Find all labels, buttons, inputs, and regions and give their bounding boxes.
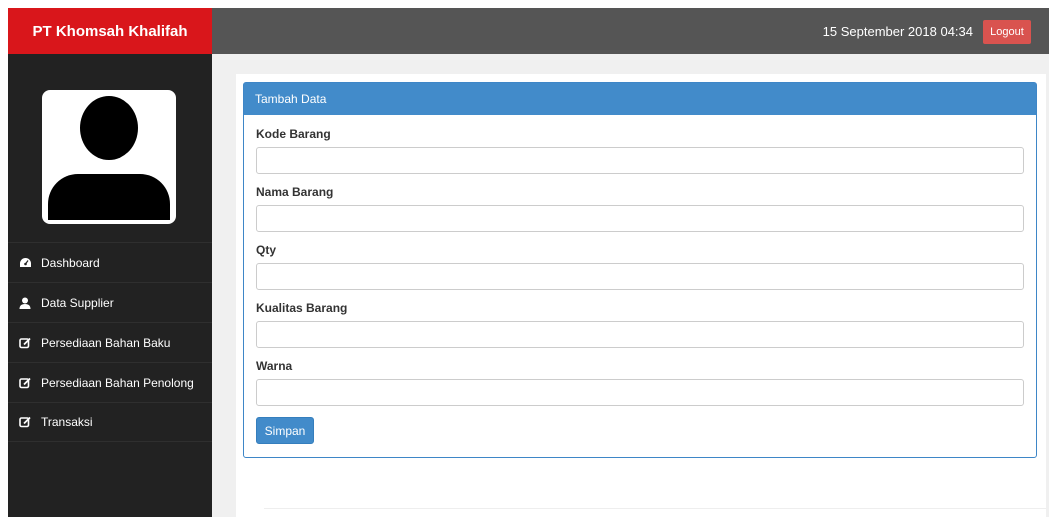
- avatar-base-line: [48, 214, 170, 218]
- avatar: [42, 90, 176, 224]
- sidebar-item-data-supplier[interactable]: Data Supplier: [8, 282, 212, 322]
- brand-title[interactable]: PT Khomsah Khalifah: [8, 8, 212, 54]
- kode-barang-label: Kode Barang: [256, 127, 331, 141]
- current-datetime: 15 September 2018 04:34: [822, 23, 973, 39]
- nama-barang-input[interactable]: [256, 205, 1024, 232]
- qty-label: Qty: [256, 243, 277, 257]
- sidebar-item-label: Persediaan Bahan Penolong: [41, 375, 194, 390]
- edit-icon: [18, 376, 32, 390]
- panel-title: Tambah Data: [244, 83, 1036, 115]
- qty-input[interactable]: [256, 263, 1024, 290]
- top-strip: [0, 0, 1061, 8]
- sidebar-item-transaksi[interactable]: Transaksi: [8, 402, 212, 442]
- content-card: Tambah Data Kode Barang Nama Barang Qty …: [236, 74, 1046, 517]
- sidebar-item-label: Data Supplier: [41, 295, 114, 310]
- kualitas-barang-label: Kualitas Barang: [256, 301, 348, 315]
- main-area: Tambah Data Kode Barang Nama Barang Qty …: [212, 54, 1049, 517]
- sidebar-item-persediaan-bahan-penolong[interactable]: Persediaan Bahan Penolong: [8, 362, 212, 402]
- kualitas-barang-input[interactable]: [256, 321, 1024, 348]
- tambah-data-panel: Tambah Data Kode Barang Nama Barang Qty …: [243, 82, 1037, 458]
- edit-icon: [18, 336, 32, 350]
- warna-label: Warna: [256, 359, 293, 373]
- sidebar-item-label: Persediaan Bahan Baku: [41, 335, 171, 350]
- avatar-head-shape: [80, 96, 138, 160]
- logout-button[interactable]: Logout: [983, 20, 1031, 44]
- content-divider: [264, 508, 1046, 509]
- user-icon: [18, 296, 32, 310]
- sidebar-nav: Dashboard Data Supplier Persediaan Bahan…: [8, 242, 212, 442]
- sidebar-item-label: Dashboard: [41, 255, 100, 270]
- sidebar-item-dashboard[interactable]: Dashboard: [8, 242, 212, 282]
- sidebar-item-label: Transaksi: [41, 415, 93, 429]
- warna-input[interactable]: [256, 379, 1024, 406]
- sidebar: PT Khomsah Khalifah Dashboard Data Suppl…: [8, 8, 212, 517]
- simpan-button[interactable]: Simpan: [256, 417, 314, 444]
- dashboard-icon: [18, 256, 32, 270]
- nama-barang-label: Nama Barang: [256, 185, 334, 199]
- sidebar-item-persediaan-bahan-baku[interactable]: Persediaan Bahan Baku: [8, 322, 212, 362]
- edit-icon: [18, 415, 32, 429]
- top-header: 15 September 2018 04:34 Logout: [212, 8, 1049, 54]
- kode-barang-input[interactable]: [256, 147, 1024, 174]
